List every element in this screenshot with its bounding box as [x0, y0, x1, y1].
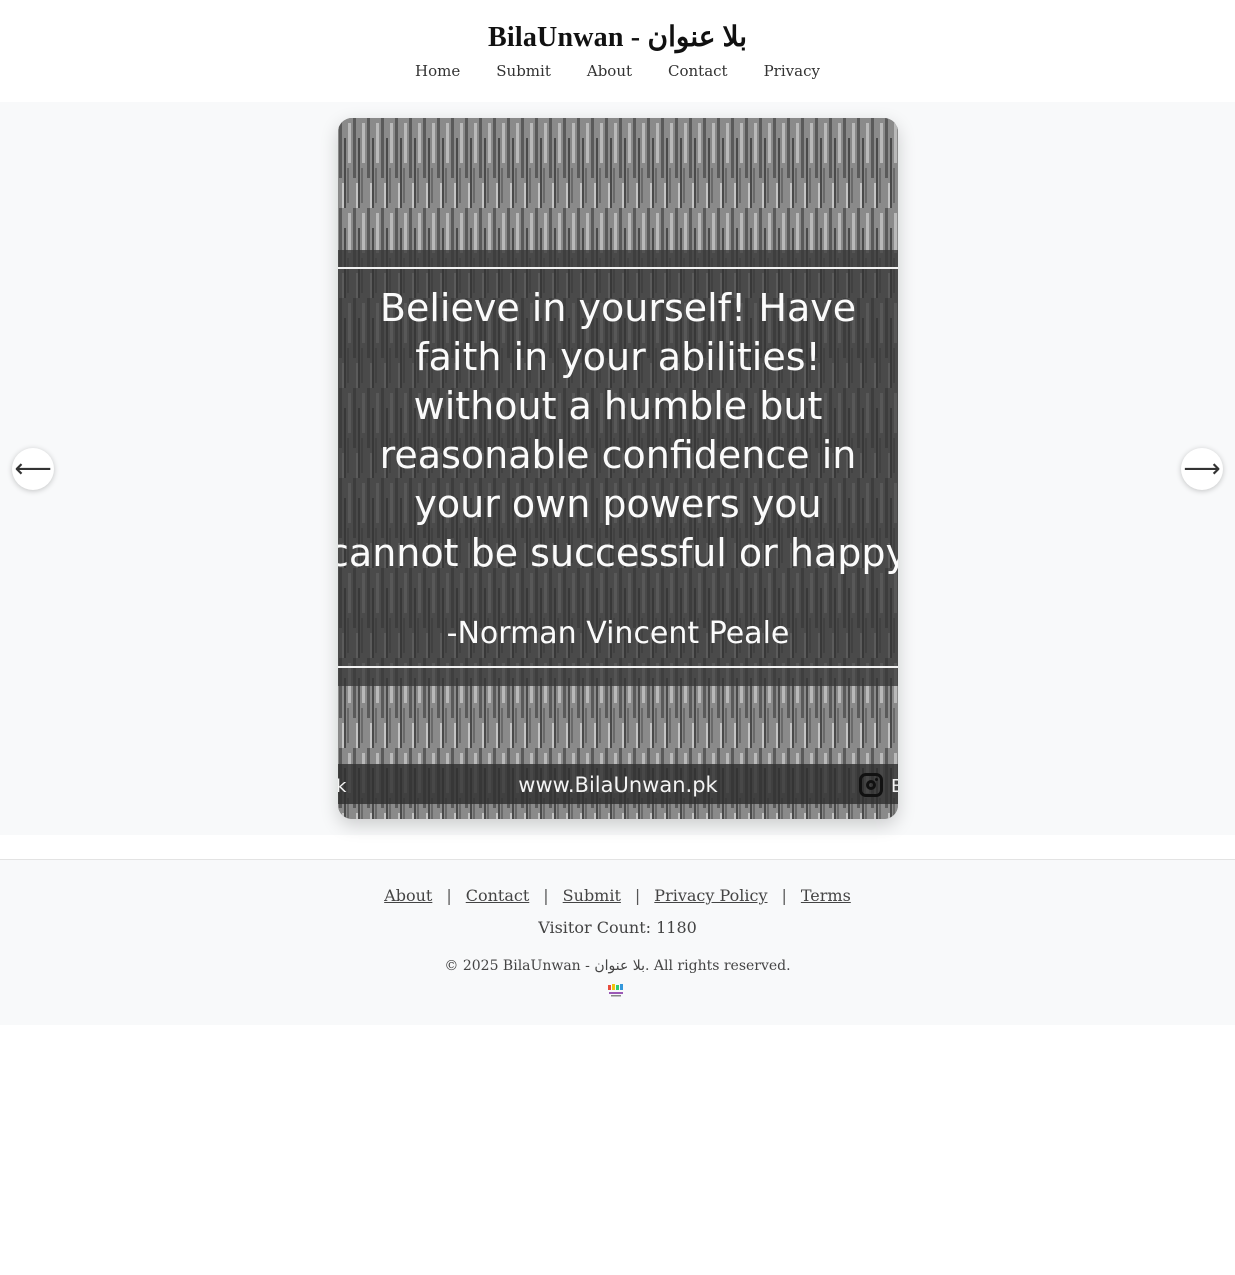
quote-author: -Norman Vincent Peale	[446, 616, 790, 651]
footer-separator: |	[634, 886, 641, 905]
site-footer: About | Contact | Submit | Privacy Polic…	[0, 859, 1235, 1025]
site-title[interactable]: BilaUnwan - بلا عنوان	[0, 20, 1235, 54]
site-logo-icon	[608, 984, 623, 997]
footer-link-terms[interactable]: Terms	[801, 886, 851, 905]
slide-footer-right-fragment: B	[891, 776, 898, 797]
nav-submit[interactable]: Submit	[496, 62, 551, 80]
footer-links: About | Contact | Submit | Privacy Polic…	[0, 886, 1235, 905]
carousel-prev-button[interactable]: ⟵	[12, 448, 54, 490]
carousel-next-button[interactable]: ⟶	[1181, 448, 1223, 490]
main-nav: Home Submit About Contact Privacy	[0, 62, 1235, 80]
quote-text: Believe in yourself! Have faith in your …	[338, 286, 898, 575]
site-header: BilaUnwan - بلا عنوان Home Submit About …	[0, 0, 1235, 102]
footer-separator: |	[446, 886, 452, 905]
nav-home[interactable]: Home	[415, 62, 460, 80]
arrow-right-icon: ⟶	[1183, 454, 1221, 484]
nav-contact[interactable]: Contact	[668, 62, 728, 80]
nav-about[interactable]: About	[587, 62, 632, 80]
footer-link-contact[interactable]: Contact	[466, 886, 530, 905]
quote-image-slide[interactable]: Believe in yourself! Have faith in your …	[338, 118, 898, 819]
instagram-icon	[859, 773, 883, 797]
divider-line	[338, 666, 898, 668]
divider-line	[338, 267, 898, 269]
carousel-stage: Believe in yourself! Have faith in your …	[0, 102, 1235, 835]
footer-link-privacy-policy[interactable]: Privacy Policy	[654, 886, 767, 905]
overlay-band-top	[338, 250, 898, 268]
visitor-count: Visitor Count: 1180	[538, 918, 697, 937]
footer-link-submit[interactable]: Submit	[563, 886, 621, 905]
footer-link-about[interactable]: About	[384, 886, 432, 905]
arrow-left-icon: ⟵	[14, 454, 52, 484]
nav-privacy[interactable]: Privacy	[764, 62, 820, 80]
slide-site-url: www.BilaUnwan.pk	[518, 773, 718, 797]
footer-separator: |	[781, 886, 787, 905]
copyright-text: © 2025 BilaUnwan - بلا عنوان. All rights…	[444, 958, 791, 974]
overlay-band-low	[338, 668, 898, 686]
footer-separator: |	[543, 886, 549, 905]
